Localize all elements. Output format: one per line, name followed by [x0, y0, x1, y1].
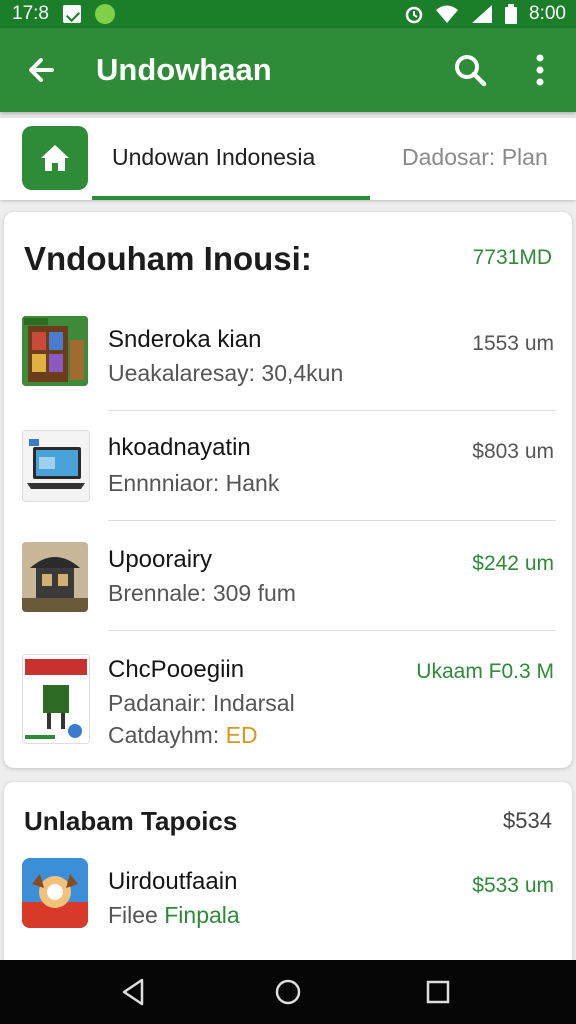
nav-back-icon[interactable] [118, 976, 150, 1008]
divider [108, 630, 556, 631]
notification-icon [62, 5, 81, 23]
app-bar: Undowhaan [0, 28, 576, 112]
item-subtitle: Padanair: Indarsal [108, 690, 295, 716]
item-name: Snderoka kian [108, 326, 262, 353]
item-name: hkoadnayatin [108, 434, 251, 461]
tab-undowan-indonesia[interactable]: Undowan Indonesia [112, 144, 315, 171]
tab-dadosar-plan[interactable]: Dadosar: Plan [402, 144, 548, 171]
list-item[interactable]: hkoadnayatin Ennnniaor: Hank $803 um [4, 428, 572, 532]
wifi-icon [436, 5, 459, 23]
item-price: 1553 um [472, 332, 554, 355]
battery-icon [505, 4, 518, 24]
app-title: Undowhaan [96, 52, 272, 87]
status-time-right: 8:00 [529, 3, 566, 24]
item-price: $803 um [472, 440, 554, 463]
list-item[interactable]: Uirdoutfaain Filee Finpala $533 um [4, 856, 572, 956]
item-subtitle: Ennnniaor: Hank [108, 470, 280, 496]
topics-card: Unlabam Tapoics $534 Uirdoutfaain Filee … [4, 782, 572, 982]
home-button[interactable] [22, 126, 88, 190]
status-bar: 17:8 8:00 [0, 0, 576, 28]
tab-indicator [92, 196, 370, 200]
item-subtitle: Ueakalaresay: 30,4kun [108, 360, 344, 386]
list-item[interactable]: Snderoka kian Ueakalaresay: 30,4kun 1553… [4, 314, 572, 424]
item-price: Ukaam F0.3 M [416, 660, 554, 683]
app-notification-icon [94, 4, 115, 24]
product-thumbnail [22, 654, 90, 744]
back-arrow-icon[interactable] [22, 50, 62, 90]
product-thumbnail [22, 316, 88, 386]
home-icon [41, 145, 69, 171]
nav-recents-icon[interactable] [422, 976, 454, 1008]
item-subtitle-value: Finpala [164, 902, 240, 928]
alarm-icon [405, 6, 423, 24]
divider [108, 410, 556, 411]
more-vert-icon[interactable] [522, 50, 558, 90]
list-item[interactable]: ChcPooegiin Padanair: Indarsal Catdayhm:… [4, 648, 572, 764]
card-title: Vndouham Inousi: [24, 240, 312, 277]
item-category-label: Catdayhm: [108, 722, 220, 748]
tab-bar: Undowan Indonesia Dadosar: Plan [0, 118, 576, 200]
nav-home-icon[interactable] [272, 976, 304, 1008]
item-category: Catdayhm: ED [108, 722, 258, 749]
category-card: Vndouham Inousi: 7731MD Snderoka kian Ue… [4, 212, 572, 768]
signal-icon [472, 5, 493, 23]
item-name: ChcPooegiin [108, 656, 245, 683]
item-price: $533 um [472, 874, 554, 897]
divider [108, 520, 556, 521]
search-icon[interactable] [450, 50, 490, 90]
item-subtitle: Filee Finpala [108, 902, 240, 929]
item-name: Upoorairy [108, 546, 213, 573]
item-subtitle: Brennale: 309 fum [108, 580, 296, 606]
card-title: Unlabam Tapoics [24, 806, 238, 836]
card-amount: $534 [503, 808, 552, 833]
product-thumbnail [22, 542, 88, 612]
item-price: $242 um [472, 552, 554, 575]
product-thumbnail [22, 858, 88, 928]
item-name: Uirdoutfaain [108, 868, 238, 895]
item-category-value: ED [225, 722, 258, 748]
product-thumbnail [22, 430, 90, 502]
status-time-left: 17:8 [12, 3, 49, 24]
card-amount: 7731MD [472, 246, 552, 269]
item-subtitle-label: Filee [108, 902, 158, 928]
system-nav-bar [0, 960, 576, 1024]
list-item[interactable]: Upoorairy Brennale: 309 fum $242 um [4, 538, 572, 642]
